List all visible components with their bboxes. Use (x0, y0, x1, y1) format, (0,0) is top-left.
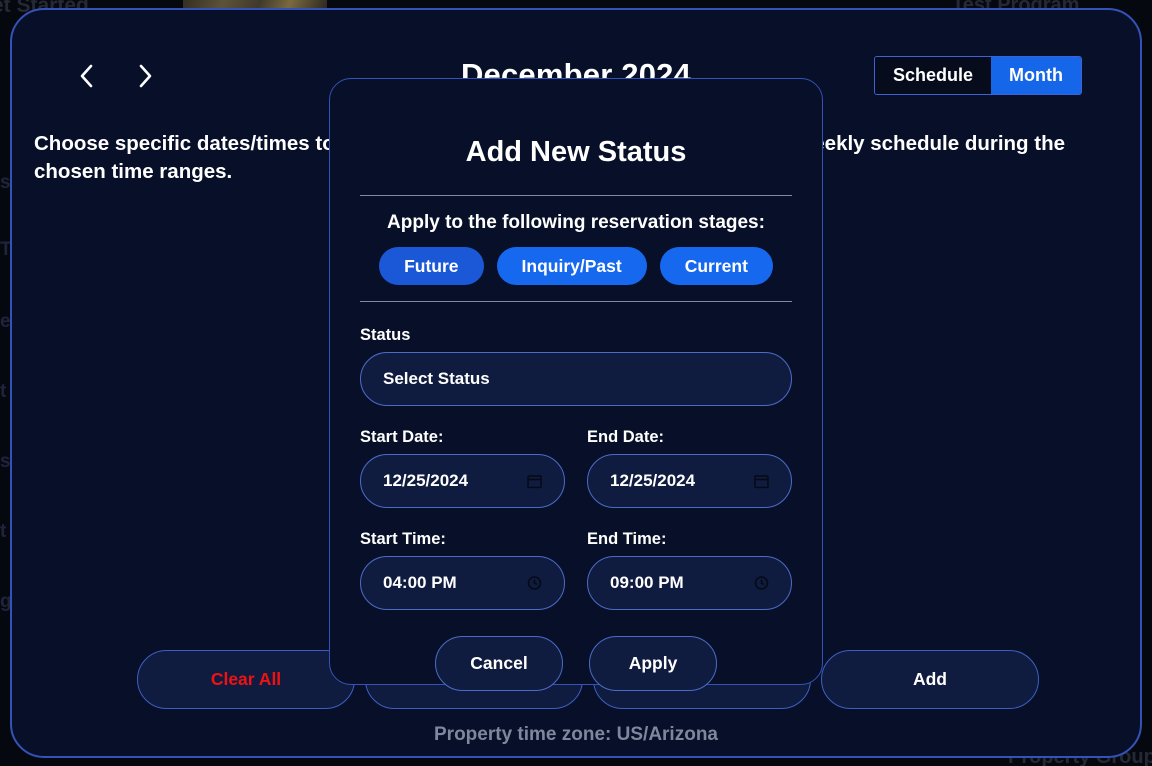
tab-schedule[interactable]: Schedule (874, 57, 992, 94)
status-select[interactable]: Select Status (360, 352, 792, 406)
modal-title: Add New Status (465, 136, 687, 168)
start-time-label: Start Time: (360, 530, 446, 548)
screen-root: et Started Test Program Property Group s… (0, 0, 1152, 766)
calendar-icon[interactable] (754, 474, 769, 489)
apply-button[interactable]: Apply (589, 636, 717, 691)
stage-pill-inquiry-past[interactable]: Inquiry/Past (496, 247, 647, 285)
date-fields-row: Start Date: 12/25/2024 End Date: 12/25/2… (360, 428, 792, 508)
modal-action-buttons: Cancel Apply (360, 636, 792, 691)
modal-divider-bottom (360, 301, 792, 302)
calendar-icon[interactable] (527, 474, 542, 489)
status-label: Status (360, 326, 411, 344)
bg-letter: e (0, 311, 11, 332)
bg-letter: t (0, 521, 7, 542)
start-date-label: Start Date: (360, 428, 444, 446)
bg-letter: t (0, 381, 7, 402)
add-new-status-modal: Add New Status Apply to the following re… (329, 78, 823, 691)
tab-month[interactable]: Month (991, 57, 1081, 94)
end-time-group: End Time: 09:00 PM (587, 530, 792, 610)
reservation-stage-pills: Future Inquiry/Past Current (360, 247, 792, 285)
end-date-group: End Date: 12/25/2024 (587, 428, 792, 508)
end-date-input[interactable]: 12/25/2024 (587, 454, 792, 508)
end-time-label: End Time: (587, 530, 667, 548)
end-date-label: End Date: (587, 428, 665, 446)
bg-letter: s (0, 172, 11, 193)
cancel-button[interactable]: Cancel (435, 636, 563, 691)
timezone-note: Property time zone: US/Arizona (434, 724, 718, 745)
end-date-value: 12/25/2024 (610, 471, 696, 490)
time-fields-row: Start Time: 04:00 PM End Time: 09:00 PM (360, 530, 792, 610)
clear-all-button[interactable]: Clear All (137, 650, 355, 709)
status-field-group: Status Select Status (360, 326, 792, 406)
add-button[interactable]: Add (821, 650, 1039, 709)
start-date-value: 12/25/2024 (383, 471, 469, 490)
start-time-input[interactable]: 04:00 PM (360, 556, 565, 610)
stage-pill-current[interactable]: Current (659, 247, 773, 285)
clock-icon[interactable] (754, 576, 769, 591)
start-date-group: Start Date: 12/25/2024 (360, 428, 565, 508)
start-time-value: 04:00 PM (383, 573, 457, 592)
start-date-input[interactable]: 12/25/2024 (360, 454, 565, 508)
end-time-input[interactable]: 09:00 PM (587, 556, 792, 610)
view-toggle: Schedule Month (873, 56, 1082, 95)
status-select-value: Select Status (383, 369, 490, 388)
reservation-stages-label: Apply to the following reservation stage… (387, 212, 765, 233)
start-time-group: Start Time: 04:00 PM (360, 530, 565, 610)
end-time-value: 09:00 PM (610, 573, 684, 592)
stage-pill-future[interactable]: Future (379, 247, 484, 285)
modal-divider-top (360, 195, 792, 196)
clock-icon[interactable] (527, 576, 542, 591)
